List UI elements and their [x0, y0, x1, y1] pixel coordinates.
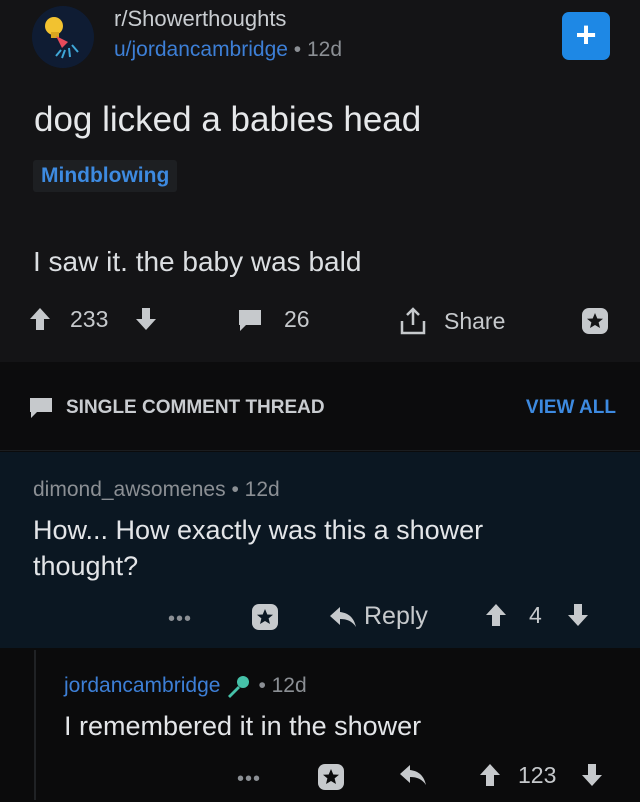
more-options-button[interactable]: •••	[237, 768, 261, 791]
comment-age: • 12d	[231, 478, 280, 501]
downvote-icon	[136, 308, 156, 330]
comment-text-line: thought?	[33, 551, 139, 581]
downvote-icon	[582, 764, 602, 786]
subreddit-avatar-icon[interactable]	[32, 6, 94, 68]
post-actions: 233 26 Share	[0, 300, 640, 344]
comment-actions: ••• 123	[0, 758, 640, 802]
comment-meta: jordancambridge • 12d	[64, 674, 307, 698]
comment-text: I remembered it in the shower	[64, 711, 422, 741]
post-card: r/Showerthoughts u/jordancambridge • 12d…	[0, 0, 640, 362]
post-score: 233	[70, 306, 109, 332]
post-author-line: u/jordancambridge • 12d	[114, 38, 342, 62]
reply-icon	[400, 765, 426, 785]
single-thread-bar: SINGLE COMMENT THREAD VIEW ALL	[0, 362, 640, 451]
reply-label: Reply	[364, 602, 428, 630]
post-author[interactable]: u/jordancambridge	[114, 38, 288, 61]
upvote-icon	[30, 308, 50, 330]
downvote-button[interactable]	[580, 762, 604, 788]
downvote-button[interactable]	[134, 306, 158, 332]
view-all-button[interactable]: VIEW ALL	[526, 397, 616, 419]
save-comment-button[interactable]	[316, 762, 346, 792]
comment-meta: dimond_awsomenes • 12d	[33, 478, 280, 502]
star-icon	[318, 764, 344, 790]
upvote-icon	[480, 764, 500, 786]
save-comment-button[interactable]	[250, 602, 280, 632]
add-icon[interactable]: +	[562, 12, 610, 60]
upvote-button[interactable]	[484, 602, 508, 628]
post-flair[interactable]: Mindblowing	[33, 160, 178, 192]
upvote-button[interactable]	[478, 762, 502, 788]
thread-label: SINGLE COMMENT THREAD	[66, 397, 325, 418]
post-body: I saw it. the baby was bald	[33, 246, 362, 277]
share-icon	[400, 307, 426, 335]
star-icon	[582, 308, 608, 334]
upvote-button[interactable]	[28, 306, 52, 332]
comment-text: How... How exactly was this a shower tho…	[33, 512, 483, 584]
reply-button[interactable]	[398, 762, 428, 788]
comment-actions: ••• Reply 4	[0, 598, 640, 642]
more-options-button[interactable]: •••	[168, 608, 192, 631]
reply-icon	[330, 606, 356, 627]
comment: dimond_awsomenes • 12d How... How exactl…	[0, 452, 640, 648]
comment-score: 4	[529, 602, 542, 628]
save-post-button[interactable]	[580, 306, 610, 336]
downvote-button[interactable]	[566, 602, 590, 628]
comment: jordancambridge • 12d I remembered it in…	[0, 650, 640, 800]
comment-text-line: How... How exactly was this a shower	[33, 515, 484, 545]
star-icon	[252, 604, 278, 630]
comments-button[interactable]: 26	[236, 306, 310, 333]
comment-age: • 12d	[258, 674, 307, 697]
post-age: • 12d	[293, 38, 343, 61]
subreddit-name[interactable]: r/Showerthoughts	[114, 6, 286, 32]
reply-button[interactable]: Reply	[328, 602, 428, 631]
post-title: dog licked a babies head	[34, 100, 422, 139]
comment-count: 26	[284, 306, 310, 332]
upvote-icon	[486, 604, 506, 626]
comment-score: 123	[518, 762, 557, 788]
share-button[interactable]: Share	[398, 306, 505, 336]
comment-author[interactable]: jordancambridge	[64, 674, 220, 698]
comment-icon	[239, 309, 261, 331]
downvote-icon	[568, 604, 588, 626]
comment-author[interactable]: dimond_awsomenes	[33, 478, 226, 501]
share-label: Share	[444, 307, 506, 334]
mod-mic-icon	[228, 676, 250, 698]
comment-icon	[30, 398, 52, 418]
